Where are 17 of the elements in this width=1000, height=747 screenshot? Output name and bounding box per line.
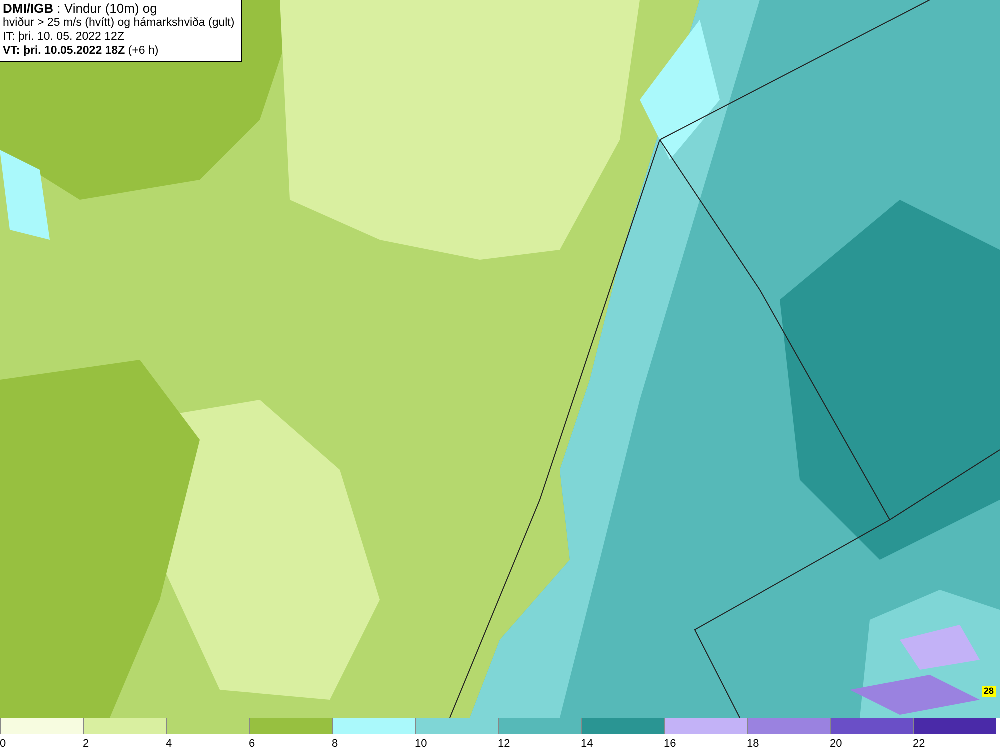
legend-label: 6 [249,738,256,747]
legend-label: 22 [913,738,926,747]
info-line: DMI/IGB : Vindur (10m) og [3,2,158,16]
legend-label: 16 [664,738,676,747]
legend-label: 20 [830,738,842,747]
legend-label: 14 [581,738,594,747]
info-line: VT: þri. 10.05.2022 18Z (+6 h) [3,44,160,58]
gust-value: 28 [982,686,996,697]
legend-label: 0 [0,738,6,747]
legend-label: 8 [332,738,338,747]
legend-label: 2 [83,738,90,747]
legend-label: 4 [166,738,172,747]
legend-label: 10 [415,738,428,747]
info-line: IT: þri. 10. 05. 2022 12Z [3,30,126,44]
info-line: hviður > 25 m/s (hvítt) og hámarkshviða (gult) [3,16,235,30]
legend-label: 12 [498,738,510,747]
legend-label: 18 [747,738,760,747]
